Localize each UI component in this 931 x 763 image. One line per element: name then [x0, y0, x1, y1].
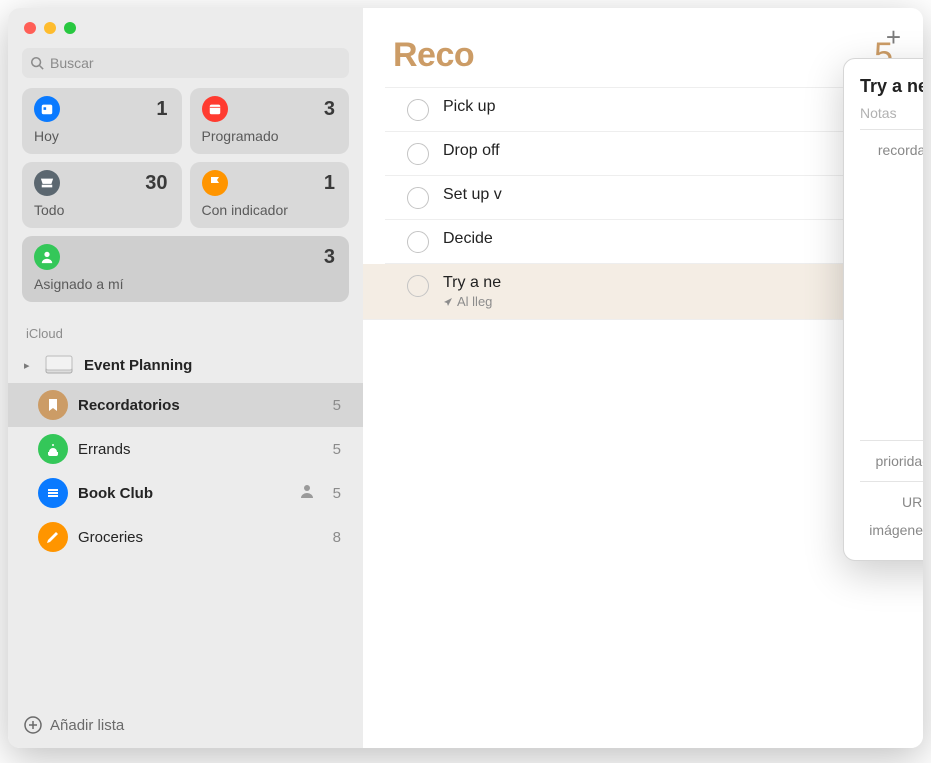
complete-toggle[interactable]: [407, 143, 429, 165]
list-title: Reco: [393, 36, 874, 75]
url-label: URL: [860, 494, 923, 510]
reminder-title[interactable]: Set up v: [443, 186, 901, 204]
window-controls: [8, 8, 363, 48]
sidebar-list-errands[interactable]: Errands 5: [8, 427, 363, 471]
folder-event-planning[interactable]: ▸ Event Planning: [8, 347, 363, 383]
smart-list-label: Programado: [202, 128, 338, 144]
main-content: + Reco 5 Pick upDrop offSet up vDecideTr…: [363, 8, 923, 748]
list-color-icon: [38, 478, 68, 508]
smart-list-label: Con indicador: [202, 202, 338, 218]
reminder-title[interactable]: Decide: [443, 230, 901, 248]
list-color-icon: [38, 390, 68, 420]
smart-list-scheduled[interactable]: 3 Programado: [190, 88, 350, 154]
list-color-icon: [38, 522, 68, 552]
smart-list-count: 3: [324, 246, 335, 269]
priority-label: prioridad: [860, 453, 923, 469]
reminder-title[interactable]: Drop off: [443, 142, 901, 160]
smart-list-flagged[interactable]: 1 Con indicador: [190, 162, 350, 228]
list-name: Book Club: [78, 485, 289, 502]
tray-icon: [34, 170, 60, 196]
smart-list-count: 3: [324, 98, 335, 121]
smart-list-label: Asignado a mí: [34, 276, 337, 292]
smart-list-count: 1: [324, 172, 335, 195]
smart-list-all[interactable]: 30 Todo: [22, 162, 182, 228]
remind-label: recordar: [860, 142, 923, 158]
account-header[interactable]: iCloud: [8, 310, 363, 347]
smart-list-today[interactable]: 1 Hoy: [22, 88, 182, 154]
reminder-details-popover: Try a new coffee Notas recordar En un dí…: [843, 58, 923, 561]
add-reminder-button[interactable]: +: [886, 22, 901, 53]
complete-toggle[interactable]: [407, 231, 429, 253]
calendar-today-icon: [34, 96, 60, 122]
zoom-window-button[interactable]: [64, 22, 76, 34]
folder-name: Event Planning: [84, 357, 347, 374]
reminder-title[interactable]: Try a ne: [443, 274, 865, 292]
notes-field[interactable]: Notas: [860, 103, 923, 130]
list-name: Recordatorios: [78, 397, 323, 414]
close-window-button[interactable]: [24, 22, 36, 34]
flag-icon: [202, 170, 228, 196]
search-input[interactable]: Buscar: [22, 48, 349, 78]
calendar-icon: [202, 96, 228, 122]
reminder-row[interactable]: Try a neAl llegi: [363, 264, 923, 320]
plus-circle-icon: [24, 716, 42, 734]
reminder-subtitle: Al lleg: [443, 294, 865, 309]
list-count: 5: [333, 485, 347, 502]
list-name: Groceries: [78, 529, 323, 546]
smart-lists-grid: 1 Hoy 3 Programado 30 Todo: [8, 88, 363, 310]
complete-toggle[interactable]: [407, 275, 429, 297]
minimize-window-button[interactable]: [44, 22, 56, 34]
person-icon: [34, 244, 60, 270]
search-placeholder: Buscar: [50, 55, 94, 71]
popover-title-field[interactable]: Try a new coffee: [860, 76, 923, 97]
sidebar-list-recordatorios[interactable]: Recordatorios 5: [8, 383, 363, 427]
smart-list-count: 30: [145, 172, 167, 195]
folder-icon: [44, 354, 74, 376]
add-list-button[interactable]: Añadir lista: [8, 702, 363, 748]
list-count: 5: [333, 397, 347, 414]
app-window: Buscar 1 Hoy 3 Programado 3: [8, 8, 923, 748]
smart-list-count: 1: [156, 98, 167, 121]
list-count: 8: [333, 529, 347, 546]
smart-list-assigned[interactable]: 3 Asignado a mí: [22, 236, 349, 302]
sidebar: Buscar 1 Hoy 3 Programado 3: [8, 8, 363, 748]
complete-toggle[interactable]: [407, 187, 429, 209]
images-label: imágenes: [860, 522, 923, 538]
shared-icon: [299, 483, 315, 503]
smart-list-label: Hoy: [34, 128, 170, 144]
complete-toggle[interactable]: [407, 99, 429, 121]
smart-list-label: Todo: [34, 202, 170, 218]
sidebar-list-groceries[interactable]: Groceries 8: [8, 515, 363, 559]
sidebar-list-book-club[interactable]: Book Club 5: [8, 471, 363, 515]
list-color-icon: [38, 434, 68, 464]
location-arrow-icon: [443, 297, 453, 307]
list-count: 5: [333, 441, 347, 458]
disclosure-triangle-icon[interactable]: ▸: [24, 359, 34, 372]
reminder-title[interactable]: Pick up: [443, 98, 901, 116]
search-icon: [30, 56, 44, 70]
add-list-label: Añadir lista: [50, 717, 124, 734]
list-name: Errands: [78, 441, 323, 458]
